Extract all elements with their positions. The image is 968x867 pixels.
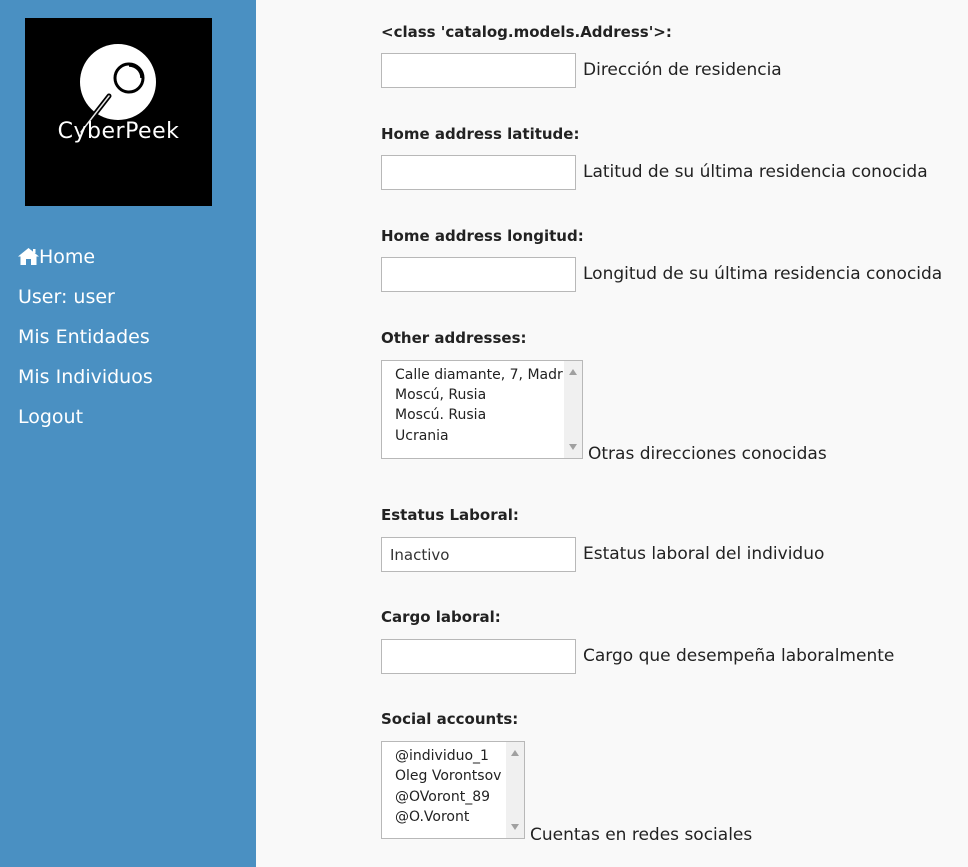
address-input[interactable] [381, 53, 576, 88]
list-item[interactable]: @individuo_1 [395, 748, 489, 764]
list-item[interactable]: @OVoront_89 [395, 789, 490, 805]
sidebar: CyberPeek Home User: user Mis Entidades … [0, 0, 256, 867]
estatus-help: Estatus laboral del individuo [583, 544, 825, 564]
longitude-label: Home address longitud: [381, 227, 584, 245]
sidebar-nav: Home User: user Mis Entidades Mis Indivi… [18, 242, 153, 442]
list-item[interactable]: Moscú, Rusia [395, 387, 486, 403]
logo[interactable]: CyberPeek [25, 18, 212, 206]
cargo-label: Cargo laboral: [381, 608, 501, 626]
nav-home-label: Home [39, 246, 96, 268]
cargo-input[interactable] [381, 639, 576, 674]
other-addresses-label: Other addresses: [381, 329, 527, 347]
address-label: <class 'catalog.models.Address'>: [381, 23, 672, 41]
address-help: Dirección de residencia [583, 60, 782, 80]
other-addresses-listbox[interactable]: Calle diamante, 7, Madrid Moscú, Rusia M… [381, 360, 583, 459]
other-addresses-help: Otras direcciones conocidas [588, 444, 827, 464]
list-item[interactable]: Calle diamante, 7, Madrid [395, 367, 576, 383]
latitude-help: Latitud de su última residencia conocida [583, 162, 928, 182]
home-icon [18, 248, 39, 265]
longitude-input[interactable] [381, 257, 576, 292]
scroll-down-icon[interactable] [511, 824, 519, 830]
social-accounts-help: Cuentas en redes sociales [530, 825, 753, 845]
nav-mis-entidades[interactable]: Mis Entidades [18, 322, 153, 362]
scrollbar[interactable] [506, 742, 524, 838]
scroll-down-icon[interactable] [569, 444, 577, 450]
nav-logout[interactable]: Logout [18, 402, 153, 442]
nav-home[interactable]: Home [18, 242, 153, 282]
scroll-up-icon[interactable] [569, 369, 577, 375]
estatus-input[interactable] [381, 537, 576, 572]
social-accounts-label: Social accounts: [381, 710, 519, 728]
logo-text: CyberPeek [57, 119, 180, 144]
list-item[interactable]: Moscú. Rusia [395, 407, 486, 423]
list-item[interactable]: Oleg Vorontsov [395, 768, 501, 784]
longitude-help: Longitud de su última residencia conocid… [583, 264, 943, 284]
social-accounts-listbox[interactable]: @individuo_1 Oleg Vorontsov @OVoront_89 … [381, 741, 525, 839]
latitude-input[interactable] [381, 155, 576, 190]
cargo-help: Cargo que desempeña laboralmente [583, 646, 895, 666]
list-item[interactable]: Ucrania [395, 428, 449, 444]
list-item[interactable]: @O.Voront [395, 809, 469, 825]
latitude-label: Home address latitude: [381, 125, 580, 143]
nav-mis-individuos[interactable]: Mis Individuos [18, 362, 153, 402]
nav-user[interactable]: User: user [18, 282, 153, 322]
scrollbar[interactable] [564, 361, 582, 458]
estatus-label: Estatus Laboral: [381, 506, 519, 524]
scroll-up-icon[interactable] [511, 750, 519, 756]
